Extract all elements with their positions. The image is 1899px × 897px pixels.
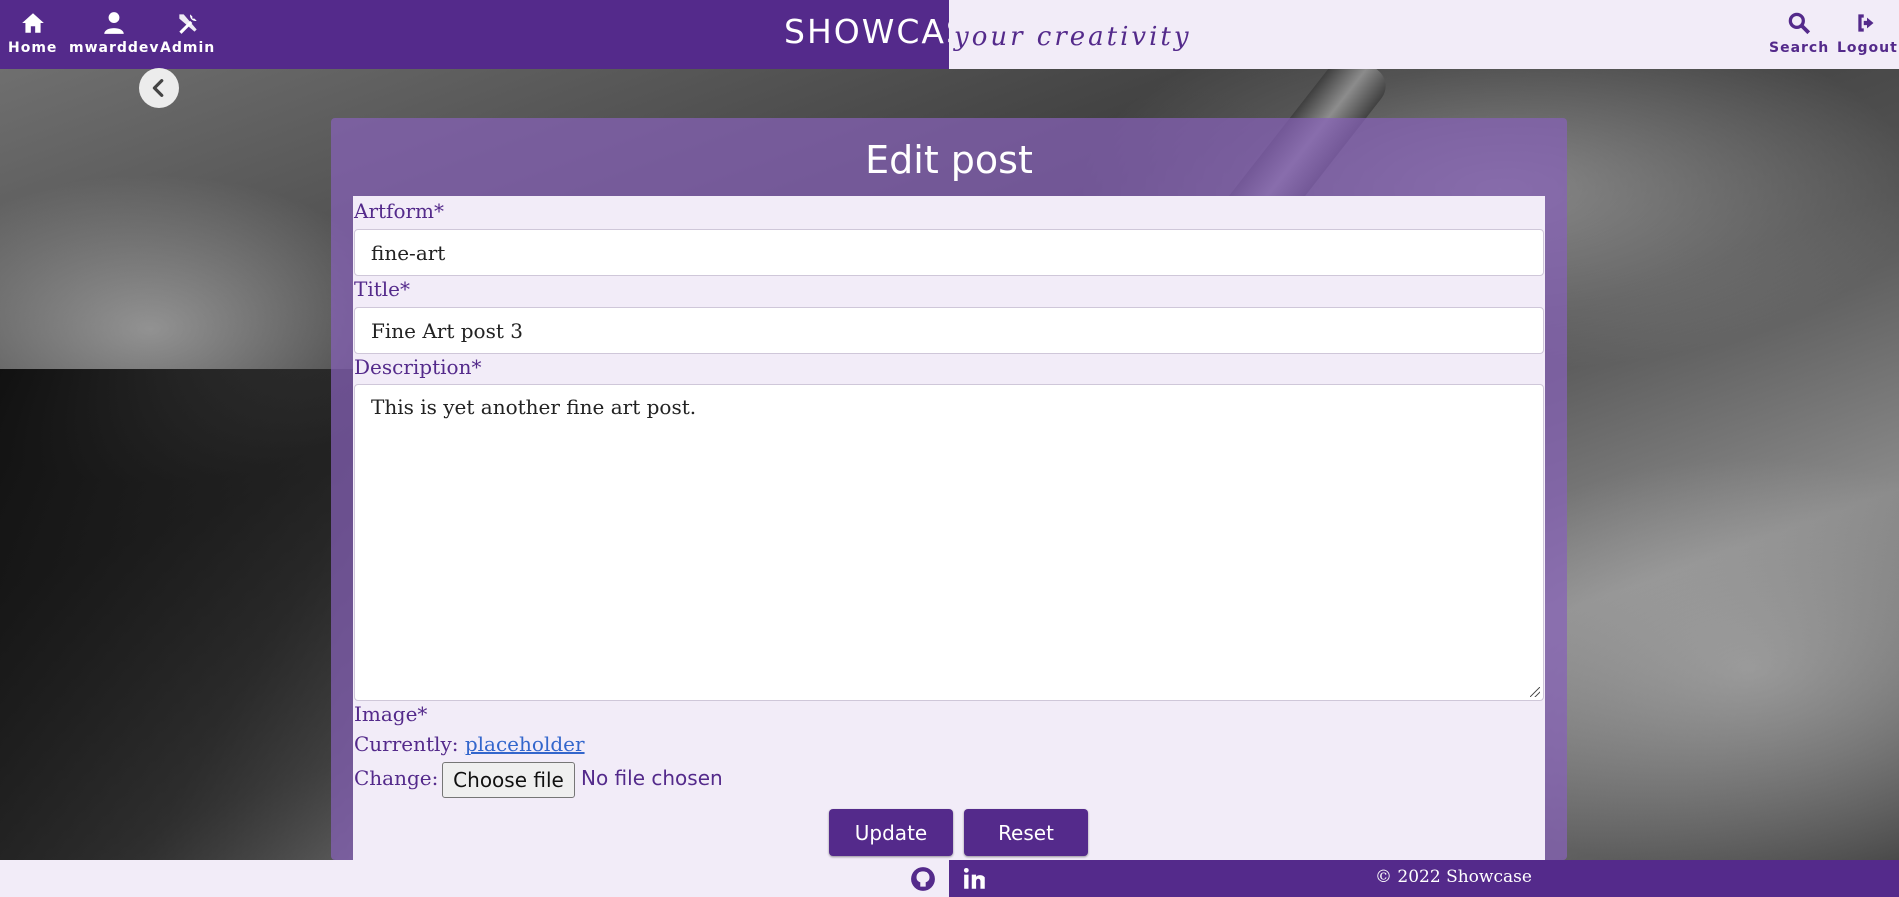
nav-home[interactable]: Home (8, 10, 57, 56)
logout-icon (1858, 14, 1874, 32)
description-label: Description* (354, 355, 482, 379)
nav-search-label: Search (1769, 40, 1830, 56)
nav-home-label: Home (8, 40, 58, 56)
artform-select[interactable]: fine-art (354, 229, 1544, 276)
page-title: Edit post (865, 138, 1033, 182)
title-label: Title* (354, 277, 411, 301)
resize-handle[interactable] (1530, 687, 1540, 697)
nav-logout-label: Logout (1837, 40, 1898, 56)
artform-label: Artform* (354, 199, 445, 223)
navbar: Home mwarddev Admin SHOWCASE your creati… (0, 0, 1899, 69)
nav-admin-label: Admin (160, 40, 216, 56)
linkedin-icon[interactable] (962, 866, 988, 892)
nav-admin[interactable]: Admin (160, 10, 215, 56)
currently-row: Currently: placeholder (354, 732, 585, 756)
artform-value: fine-art (371, 240, 446, 265)
title-input[interactable]: Fine Art post 3 (354, 307, 1544, 354)
user-icon (104, 12, 125, 34)
github-icon[interactable] (910, 866, 936, 892)
title-value: Fine Art post 3 (371, 318, 523, 343)
chevron-left-icon (152, 79, 164, 97)
navbar-left: Home mwarddev Admin SHOWCASE (0, 0, 990, 69)
nav-profile[interactable]: mwarddev (69, 10, 160, 56)
nav-profile-label: mwarddev (69, 40, 160, 56)
nav-search[interactable]: Search (1769, 10, 1829, 56)
no-file-text: No file chosen (581, 766, 723, 790)
currently-label: Currently: (354, 732, 459, 756)
back-button[interactable] (139, 68, 179, 108)
image-label: Image* (354, 702, 428, 726)
search-icon (1788, 12, 1811, 35)
tools-icon (178, 14, 197, 34)
navbar-right: your creativity Search Logout (949, 0, 1899, 69)
nav-logout[interactable]: Logout (1837, 10, 1898, 56)
copyright-text: © 2022 Showcase (1375, 867, 1532, 887)
update-button[interactable]: Update (829, 809, 953, 856)
current-image-link[interactable]: placeholder (465, 732, 585, 756)
footer-left (0, 860, 949, 897)
description-value: This is yet another fine art post. (371, 395, 697, 419)
brand-tagline: your creativity (954, 22, 1192, 52)
choose-file-button[interactable]: Choose file (442, 762, 575, 798)
description-textarea[interactable]: This is yet another fine art post. (354, 384, 1544, 701)
change-label: Change: (354, 766, 439, 790)
home-icon (21, 13, 44, 33)
reset-button[interactable]: Reset (964, 809, 1088, 856)
